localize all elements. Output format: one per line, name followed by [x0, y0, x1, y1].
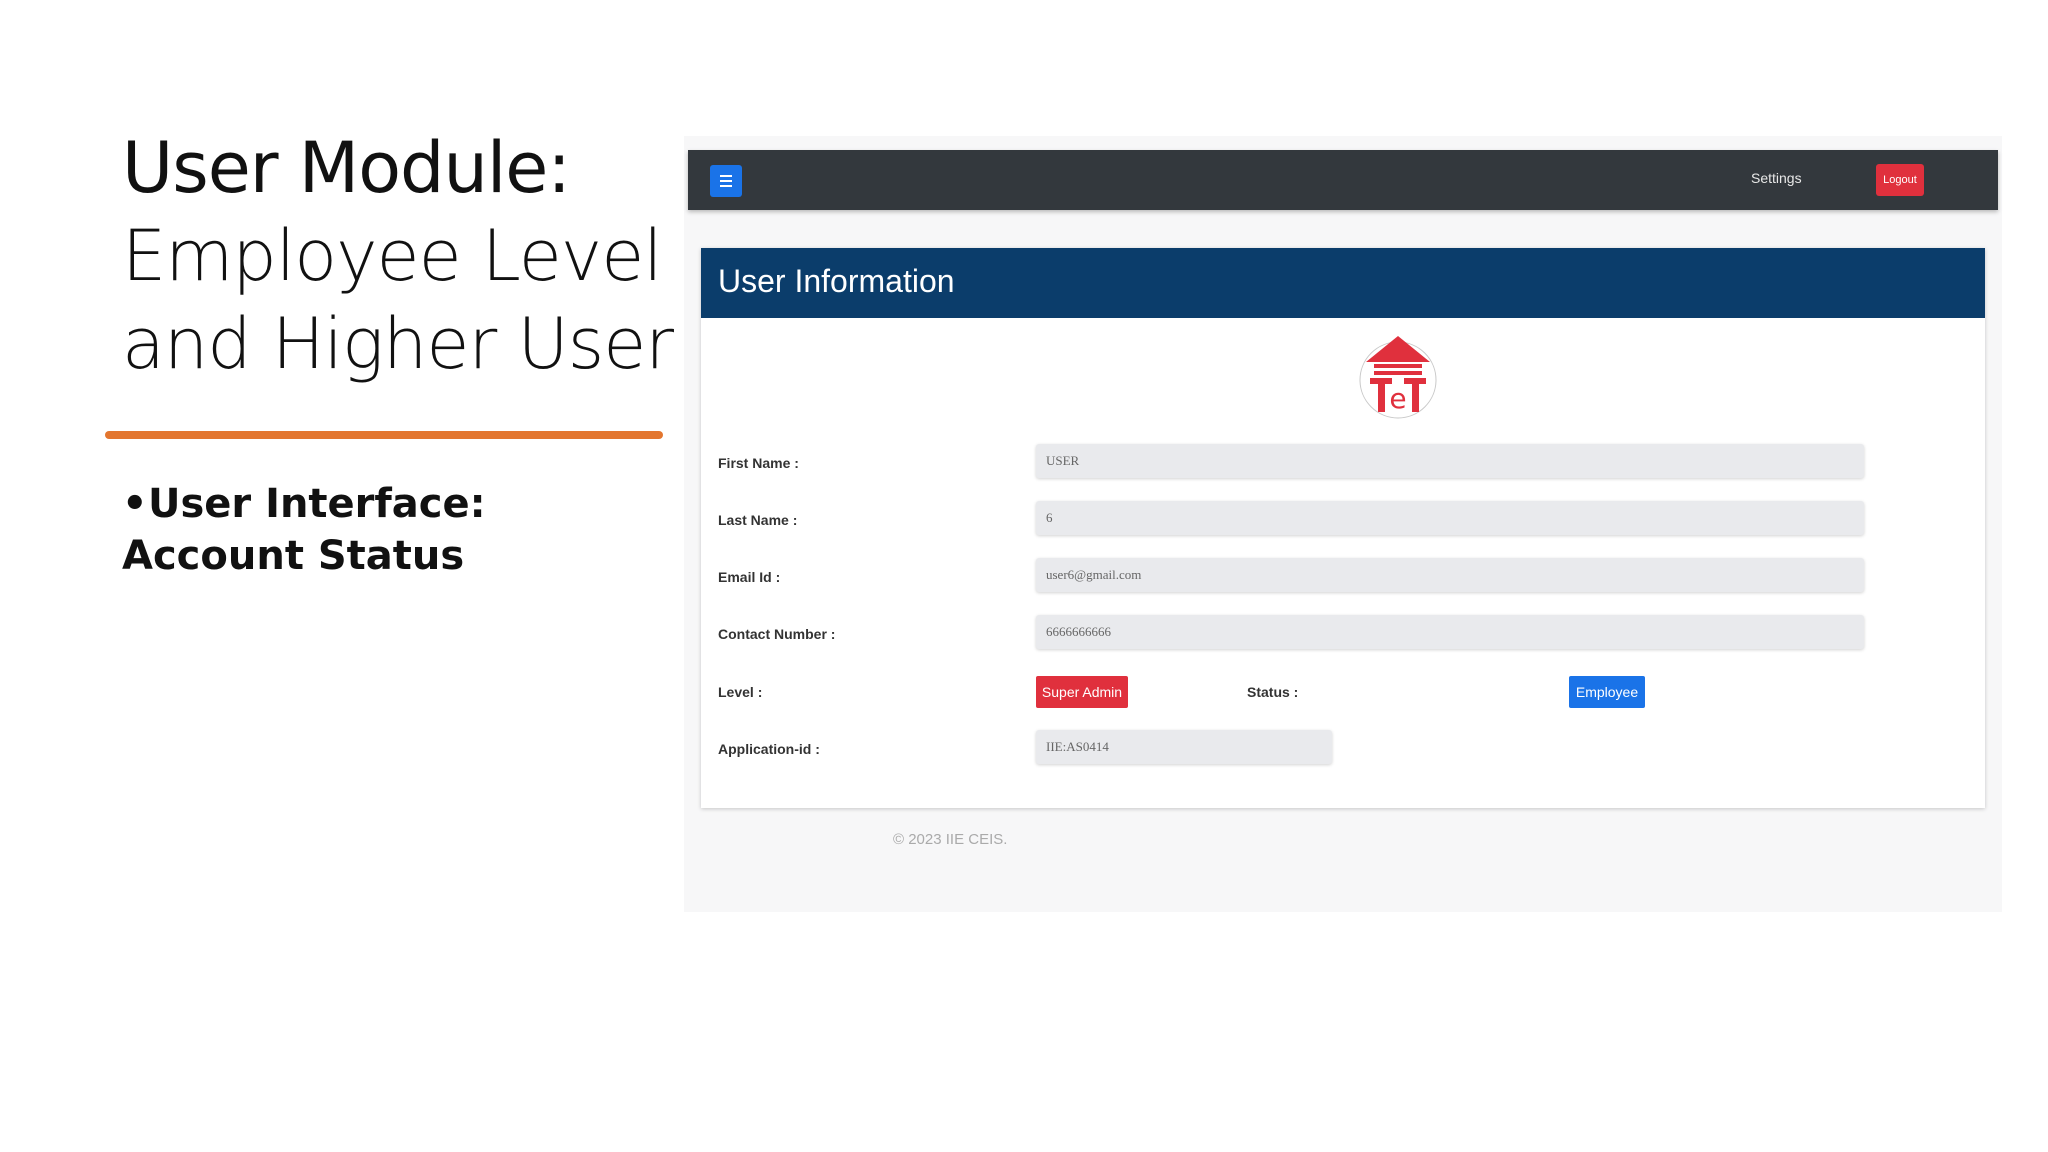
level-badge[interactable]: Super Admin [1036, 676, 1128, 708]
menu-button[interactable] [710, 165, 742, 197]
svg-text:e: e [1389, 382, 1406, 415]
level-label: Level : [718, 684, 763, 700]
first-name-field[interactable]: USER [1036, 444, 1864, 478]
hamburger-menu-icon [720, 174, 732, 189]
last-name-label: Last Name : [718, 512, 798, 528]
ieit-logo: e [1359, 336, 1437, 419]
slide-title-line-2: Employee Level [122, 215, 663, 297]
contact-number-field[interactable]: 6666666666 [1036, 615, 1864, 649]
settings-link[interactable]: Settings [1751, 170, 1802, 186]
bullet-dot-icon: • [122, 481, 148, 527]
slide-title-line-1: User Module: [122, 127, 571, 209]
slide-title: User Module: Employee Level and Higher U… [122, 124, 682, 388]
slide-title-line-3: and Higher User [122, 303, 674, 385]
first-name-label: First Name : [718, 455, 799, 471]
app-screenshot: Settings Logout User Information e First… [684, 136, 2002, 912]
card-title: User Information [701, 248, 1985, 318]
slide-bullet: •User Interface: Account Status [122, 478, 662, 582]
contact-number-label: Contact Number : [718, 626, 836, 642]
status-label: Status : [1247, 684, 1299, 700]
status-badge[interactable]: Employee [1569, 676, 1645, 708]
accent-rule [105, 431, 663, 439]
application-id-field[interactable]: IIE:AS0414 [1036, 730, 1332, 764]
email-label: Email Id : [718, 569, 781, 585]
user-information-card: User Information e First Name : USER Las… [701, 248, 1985, 808]
last-name-field[interactable]: 6 [1036, 501, 1864, 535]
application-id-label: Application-id : [718, 741, 820, 757]
logout-button[interactable]: Logout [1876, 164, 1924, 196]
email-field[interactable]: user6@gmail.com [1036, 558, 1864, 592]
slide-bullet-text: User Interface: Account Status [122, 481, 486, 579]
top-navbar: Settings Logout [688, 150, 1998, 210]
footer-copyright: © 2023 IIE CEIS. [893, 831, 1008, 848]
